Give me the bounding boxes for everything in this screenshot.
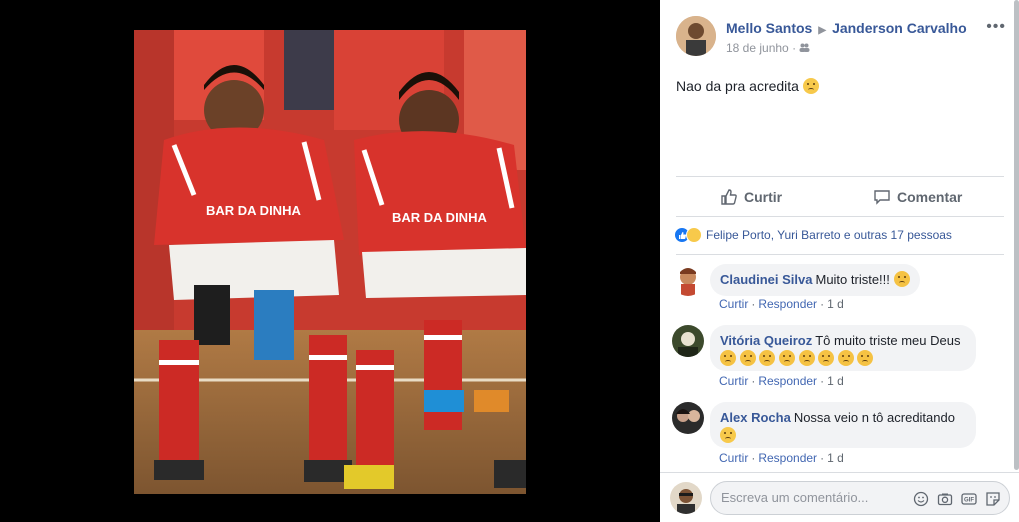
comment-label: Comentar [897, 189, 963, 205]
reactions-text: Felipe Porto, Yuri Barreto e outras 17 p… [706, 228, 952, 242]
comment-time[interactable]: 1 d [827, 297, 844, 311]
crying-face-icon [802, 78, 819, 94]
comment-text: Nossa veio n tô acreditando [793, 410, 955, 425]
comment-actions: Curtir · Responder · 1 d [719, 297, 844, 311]
svg-text:GIF: GIF [964, 497, 974, 503]
jersey-text-left: BAR DA DINHA [206, 203, 301, 218]
post-date[interactable]: 18 de junho [726, 41, 789, 55]
panel-scrollbar[interactable] [1014, 0, 1019, 470]
arrow-right-icon: ▶ [818, 25, 827, 36]
comment-reply-link[interactable]: Responder [758, 451, 817, 465]
loudly-crying-face-icon [778, 350, 795, 366]
post-photo[interactable]: BAR DA DINHA BAR DA DINHA [134, 30, 526, 494]
comment-reply-link[interactable]: Responder [758, 374, 817, 388]
comment-like-link[interactable]: Curtir [719, 297, 748, 311]
post-panel: Mello Santos ▶ Janderson Carvalho 18 de ju… [660, 0, 1019, 522]
loudly-crying-face-icon [837, 350, 854, 366]
like-button[interactable]: Curtir [720, 183, 782, 211]
comment-like-link[interactable]: Curtir [719, 374, 748, 388]
target-name[interactable]: Janderson Carvalho [832, 20, 967, 36]
commenter-avatar[interactable] [672, 402, 704, 434]
thumbs-up-icon [721, 189, 737, 205]
sticker-icon[interactable] [984, 490, 1001, 507]
comment-actions: Curtir · Responder · 1 d [719, 374, 844, 388]
like-label: Curtir [744, 189, 783, 205]
camera-icon[interactable] [936, 490, 953, 507]
commenter-avatar[interactable] [672, 325, 704, 357]
photo-stage: BAR DA DINHA BAR DA DINHA [0, 0, 660, 522]
crying-face-icon [720, 427, 736, 443]
actions-bottom-divider [676, 216, 1004, 217]
post-text: Nao da pra acredita [676, 78, 819, 94]
comment-text: Tô muito triste meu Deus [815, 333, 961, 348]
comment-input-box: GIF [710, 481, 1010, 515]
comments-divider [676, 254, 1004, 255]
team-photo-illustration: BAR DA DINHA BAR DA DINHA [134, 30, 526, 494]
comment-actions: Curtir · Responder · 1 d [719, 451, 844, 465]
comment-text: Muito triste!!! [815, 272, 890, 287]
crying-face-icon [893, 271, 910, 287]
loudly-crying-face-icon [720, 350, 736, 366]
composer-icons: GIF [912, 490, 1001, 507]
friends-icon[interactable] [799, 41, 810, 55]
loudly-crying-face-icon [818, 350, 835, 366]
comment-bubble: Alex Rocha Nossa veio n tô acreditando [710, 402, 976, 448]
gif-icon[interactable]: GIF [960, 490, 977, 507]
current-user-avatar[interactable] [670, 482, 702, 514]
post-actions: Curtir Comentar [676, 183, 1004, 211]
post-text-content: Nao da pra acredita [676, 78, 799, 94]
comment-composer: GIF [660, 472, 1019, 522]
comment-reply-link[interactable]: Responder [758, 297, 817, 311]
loudly-crying-face-icon [798, 350, 815, 366]
post-author-line: Mello Santos ▶ Janderson Carvalho [726, 20, 967, 36]
commenter-avatar[interactable] [672, 264, 704, 296]
author-name[interactable]: Mello Santos [726, 20, 812, 36]
more-options-icon[interactable]: ••• [986, 18, 1006, 36]
actions-top-divider [676, 176, 1004, 177]
comment-author[interactable]: Claudinei Silva [720, 272, 812, 287]
comment-button[interactable]: Comentar [873, 183, 962, 211]
loudly-crying-face-icon [857, 350, 874, 366]
comment-icon [874, 190, 890, 205]
photo-viewer: BAR DA DINHA BAR DA DINHA Mello Santos ▶… [0, 0, 1019, 522]
post-meta: 18 de junho · [726, 41, 810, 55]
post-header: Mello Santos ▶ Janderson Carvalho 18 de ju… [676, 16, 1006, 60]
comment-input[interactable] [721, 490, 901, 505]
comment-author[interactable]: Vitória Queiroz [720, 333, 812, 348]
comment-like-link[interactable]: Curtir [719, 451, 748, 465]
comment-time[interactable]: 1 d [827, 374, 844, 388]
author-avatar[interactable] [676, 16, 716, 56]
comment-bubble: Claudinei Silva Muito triste!!! [710, 264, 920, 296]
emoji-icon[interactable] [912, 490, 929, 507]
comment-bubble: Vitória Queiroz Tô muito triste meu Deus [710, 325, 976, 371]
loudly-crying-face-icon [759, 350, 776, 366]
jersey-text-right: BAR DA DINHA [392, 210, 487, 225]
comment-author[interactable]: Alex Rocha [720, 410, 791, 425]
loudly-crying-face-icon [739, 350, 756, 366]
sad-reaction-icon [686, 227, 702, 243]
comment-time[interactable]: 1 d [827, 451, 844, 465]
reactions-summary[interactable]: Felipe Porto, Yuri Barreto e outras 17 p… [674, 227, 952, 243]
sob-emoji-row [720, 350, 874, 366]
